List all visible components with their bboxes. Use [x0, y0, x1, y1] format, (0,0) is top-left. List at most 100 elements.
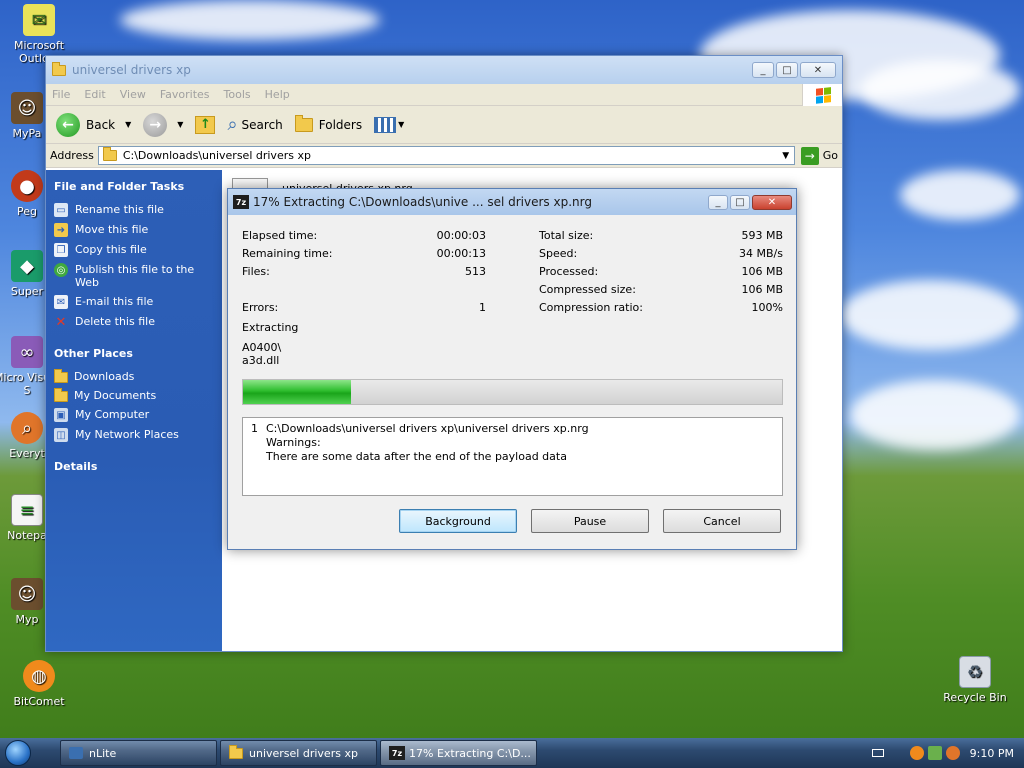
up-folder-icon: ↑ [195, 115, 216, 134]
email-icon: ✉ [54, 295, 68, 309]
app-icon: ● [11, 170, 43, 202]
menu-tools[interactable]: Tools [224, 88, 251, 101]
menu-favorites[interactable]: Favorites [160, 88, 210, 101]
folder-icon [54, 369, 68, 383]
menu-edit[interactable]: Edit [84, 88, 105, 101]
keyboard-icon[interactable] [871, 749, 884, 757]
desktop-icon-bitcomet[interactable]: ◍ BitComet [2, 660, 76, 708]
pause-button[interactable]: Pause [531, 509, 649, 533]
taskbar-item-explorer[interactable]: universel drivers xp [220, 740, 377, 766]
desktop-icon-label: Recycle Bin [943, 691, 1007, 704]
taskbar-item-label: 17% Extracting C:\D... [409, 746, 531, 760]
dialog-titlebar[interactable]: 7z 17% Extracting C:\Downloads\unive ...… [228, 189, 796, 215]
tasks-heading[interactable]: File and Folder Tasks [54, 180, 214, 193]
task-copy[interactable]: ❐ Copy this file [54, 243, 214, 257]
folder-icon [52, 61, 66, 76]
stat-value: 593 MB [741, 229, 783, 242]
message-list[interactable]: 1 C:\Downloads\universel drivers xp\univ… [242, 417, 783, 496]
file-folder-tasks: File and Folder Tasks ▭ Rename this file … [54, 180, 214, 329]
menu-file[interactable]: File [52, 88, 70, 101]
back-arrow-icon: ← [56, 112, 80, 137]
explorer-titlebar[interactable]: universel drivers xp _ □ ✕ [46, 56, 842, 84]
go-arrow-icon: → [800, 146, 819, 165]
search-button[interactable]: ⌕ Search [227, 114, 282, 135]
cancel-button[interactable]: Cancel [663, 509, 781, 533]
task-move[interactable]: ➜ Move this file [54, 223, 214, 237]
taskbar-item-nlite[interactable]: nLite [60, 740, 217, 766]
clock[interactable]: 9:10 PM [970, 747, 1014, 760]
background-button[interactable]: Background [399, 509, 517, 533]
desktop-icon-label: Everyt [9, 447, 45, 460]
other-places-heading[interactable]: Other Places [54, 347, 214, 360]
rename-icon: ▭ [54, 203, 68, 217]
bitcomet-tray-icon[interactable] [909, 746, 924, 760]
folder-icon [102, 147, 117, 161]
stat-speed: Speed: 34 MB/s [539, 247, 783, 260]
chevron-down-icon[interactable]: ▼ [177, 120, 183, 129]
stat-processed: Processed: 106 MB [539, 265, 783, 278]
message-path: C:\Downloads\universel drivers xp\univer… [266, 422, 589, 435]
dialog-title: 17% Extracting C:\Downloads\unive ... se… [253, 195, 592, 209]
minimize-button[interactable]: _ [752, 62, 774, 78]
forward-button[interactable]: → ▼ [143, 112, 183, 137]
extract-dialog[interactable]: 7z 17% Extracting C:\Downloads\unive ...… [227, 188, 797, 550]
task-rename[interactable]: ▭ Rename this file [54, 203, 214, 217]
close-button[interactable]: ✕ [752, 194, 792, 210]
bitcomet-icon: ◍ [23, 660, 55, 692]
stat-label: Compression ratio: [539, 301, 643, 314]
notepad-icon: ≡ [11, 494, 43, 526]
taskbar-item-7zip[interactable]: 7z 17% Extracting C:\D... [380, 740, 537, 766]
chevron-down-icon: ▼ [398, 120, 405, 129]
folders-button[interactable]: Folders [294, 114, 362, 132]
maximize-button[interactable]: □ [730, 194, 750, 210]
network-icon: ◫ [54, 428, 68, 442]
place-label: Downloads [74, 370, 135, 383]
desktop-icon-recycle-bin[interactable]: ♻ Recycle Bin [938, 656, 1012, 704]
search-icon: ⌕ [227, 114, 238, 135]
place-my-computer[interactable]: ▣ My Computer [54, 408, 214, 422]
task-email[interactable]: ✉ E-mail this file [54, 295, 214, 309]
menubar: File Edit View Favorites Tools Help [46, 84, 842, 106]
task-publish[interactable]: ◎ Publish this file to the Web [54, 263, 214, 289]
views-button[interactable]: ▼ [374, 116, 405, 133]
task-pane: File and Folder Tasks ▭ Rename this file … [46, 170, 222, 651]
stat-compressed-size: Compressed size: 106 MB [539, 283, 783, 296]
task-delete[interactable]: ✕ Delete this file [54, 315, 214, 329]
search-tray-icon[interactable] [945, 746, 960, 760]
place-my-network[interactable]: ◫ My Network Places [54, 428, 214, 442]
chevron-down-icon[interactable]: ▼ [125, 120, 131, 129]
nlite-icon [69, 747, 83, 759]
7zip-icon: 7z [389, 746, 405, 760]
move-icon: ➜ [54, 223, 68, 237]
up-folder-button[interactable]: ↑ [195, 115, 216, 134]
copy-icon: ❐ [54, 243, 68, 257]
app-icon: ☺ [11, 92, 43, 124]
go-button[interactable]: → Go [800, 146, 838, 165]
chevron-down-icon[interactable]: ▼ [778, 151, 794, 161]
close-button[interactable]: ✕ [800, 62, 836, 78]
place-downloads[interactable]: Downloads [54, 369, 214, 383]
outlook-icon: ✉ [23, 4, 55, 36]
address-input[interactable]: C:\Downloads\universel drivers xp ▼ [97, 146, 795, 165]
place-my-documents[interactable]: My Documents [54, 388, 214, 402]
place-label: My Documents [74, 389, 157, 402]
menu-view[interactable]: View [120, 88, 146, 101]
app-icon: ◆ [11, 250, 43, 282]
stat-value: 00:00:13 [436, 247, 486, 260]
stat-label: Remaining time: [242, 247, 333, 260]
start-button[interactable] [0, 738, 36, 768]
other-places: Other Places Downloads My Documents ▣ My … [54, 347, 214, 442]
task-label: Copy this file [75, 243, 147, 256]
minimize-button[interactable]: _ [708, 194, 728, 210]
desktop-icon-label: MyPa [12, 127, 42, 140]
details-heading[interactable]: Details [54, 460, 214, 473]
stat-remaining: Remaining time: 00:00:13 [242, 247, 486, 260]
address-bar: Address C:\Downloads\universel drivers x… [46, 144, 842, 168]
warning-text: There are some data after the end of the… [266, 450, 567, 463]
menu-help[interactable]: Help [265, 88, 290, 101]
folders-icon [294, 114, 313, 132]
network-tray-icon[interactable] [927, 746, 942, 760]
back-button[interactable]: ← Back ▼ [56, 112, 131, 137]
maximize-button[interactable]: □ [776, 62, 798, 78]
back-label: Back [86, 117, 116, 132]
